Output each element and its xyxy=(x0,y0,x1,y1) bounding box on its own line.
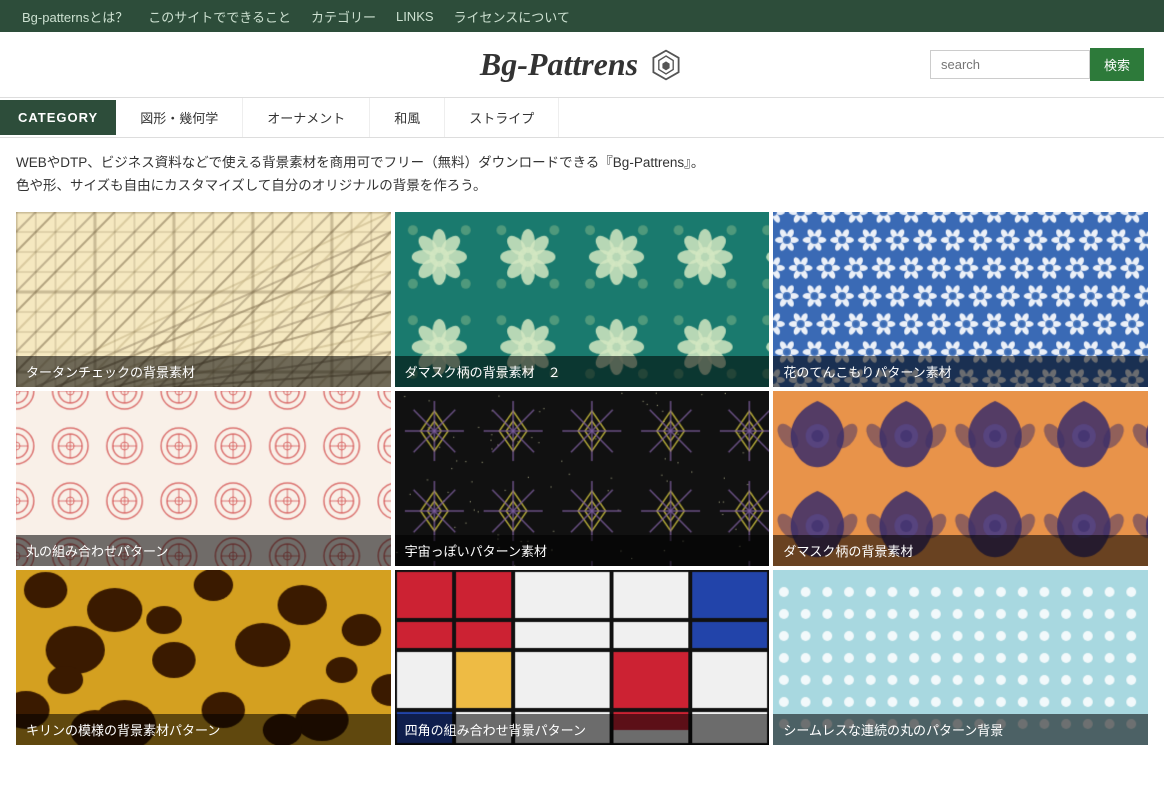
nav-item[interactable]: カテゴリー xyxy=(301,7,386,26)
nav-item[interactable]: Bg-patternsとは？ xyxy=(12,7,138,26)
site-header: Bg-Pattrens 検索 xyxy=(0,32,1164,97)
grid-item[interactable]: シームレスな連続の丸のパターン背景 xyxy=(773,570,1148,745)
category-tab[interactable]: 図形・幾何学 xyxy=(116,98,243,137)
pattern-label: 花のてんこもりパターン素材 xyxy=(773,356,1148,387)
category-tab[interactable]: ストライプ xyxy=(445,98,559,137)
site-logo-text[interactable]: Bg-Pattrens xyxy=(480,46,638,83)
nav-item[interactable]: このサイトでできること xyxy=(138,7,301,26)
grid-item[interactable]: ダマスク柄の背景素材 xyxy=(773,391,1148,566)
nav-item[interactable]: ライセンスについて xyxy=(444,7,580,26)
grid-item[interactable]: タータンチェックの背景素材 xyxy=(16,212,391,387)
nav-item[interactable]: LINKS xyxy=(386,9,444,24)
pattern-label: 四角の組み合わせ背景パターン xyxy=(395,714,770,745)
grid-item[interactable]: 四角の組み合わせ背景パターン xyxy=(395,570,770,745)
pattern-label: ダマスク柄の背景素材 xyxy=(773,535,1148,566)
description-line1: WEBやDTP、ビジネス資料などで使える背景素材を商用可でフリー（無料）ダウンロ… xyxy=(16,152,1148,175)
category-bar: CATEGORY 図形・幾何学オーナメント和風ストライプ xyxy=(0,97,1164,138)
grid-item[interactable]: ダマスク柄の背景素材 ２ xyxy=(395,212,770,387)
pattern-grid: タータンチェックの背景素材ダマスク柄の背景素材 ２花のてんこもりパターン素材丸の… xyxy=(0,208,1164,761)
search-input[interactable] xyxy=(930,50,1090,79)
logo-area: Bg-Pattrens xyxy=(395,46,770,83)
description-line2: 色や形、サイズも自由にカスタマイズして自分のオリジナルの背景を作ろう。 xyxy=(16,175,1148,198)
pattern-label: 宇宙っぽいパターン素材 xyxy=(395,535,770,566)
pattern-label: シームレスな連続の丸のパターン背景 xyxy=(773,714,1148,745)
top-navigation: Bg-patternsとは？このサイトでできることカテゴリーLINKSライセンス… xyxy=(0,0,1164,32)
grid-item[interactable]: 花のてんこもりパターン素材 xyxy=(773,212,1148,387)
grid-item[interactable]: キリンの模様の背景素材パターン xyxy=(16,570,391,745)
pattern-label: タータンチェックの背景素材 xyxy=(16,356,391,387)
pattern-label: キリンの模様の背景素材パターン xyxy=(16,714,391,745)
grid-item[interactable]: 宇宙っぽいパターン素材 xyxy=(395,391,770,566)
pattern-label: 丸の組み合わせパターン xyxy=(16,535,391,566)
category-tab[interactable]: オーナメント xyxy=(243,98,370,137)
search-button[interactable]: 検索 xyxy=(1090,48,1144,81)
grid-item[interactable]: 丸の組み合わせパターン xyxy=(16,391,391,566)
pattern-label: ダマスク柄の背景素材 ２ xyxy=(395,356,770,387)
category-tab[interactable]: 和風 xyxy=(370,98,445,137)
description-area: WEBやDTP、ビジネス資料などで使える背景素材を商用可でフリー（無料）ダウンロ… xyxy=(0,138,1164,208)
category-label: CATEGORY xyxy=(0,100,116,135)
logo-icon xyxy=(648,47,684,83)
search-area: 検索 xyxy=(769,48,1144,81)
